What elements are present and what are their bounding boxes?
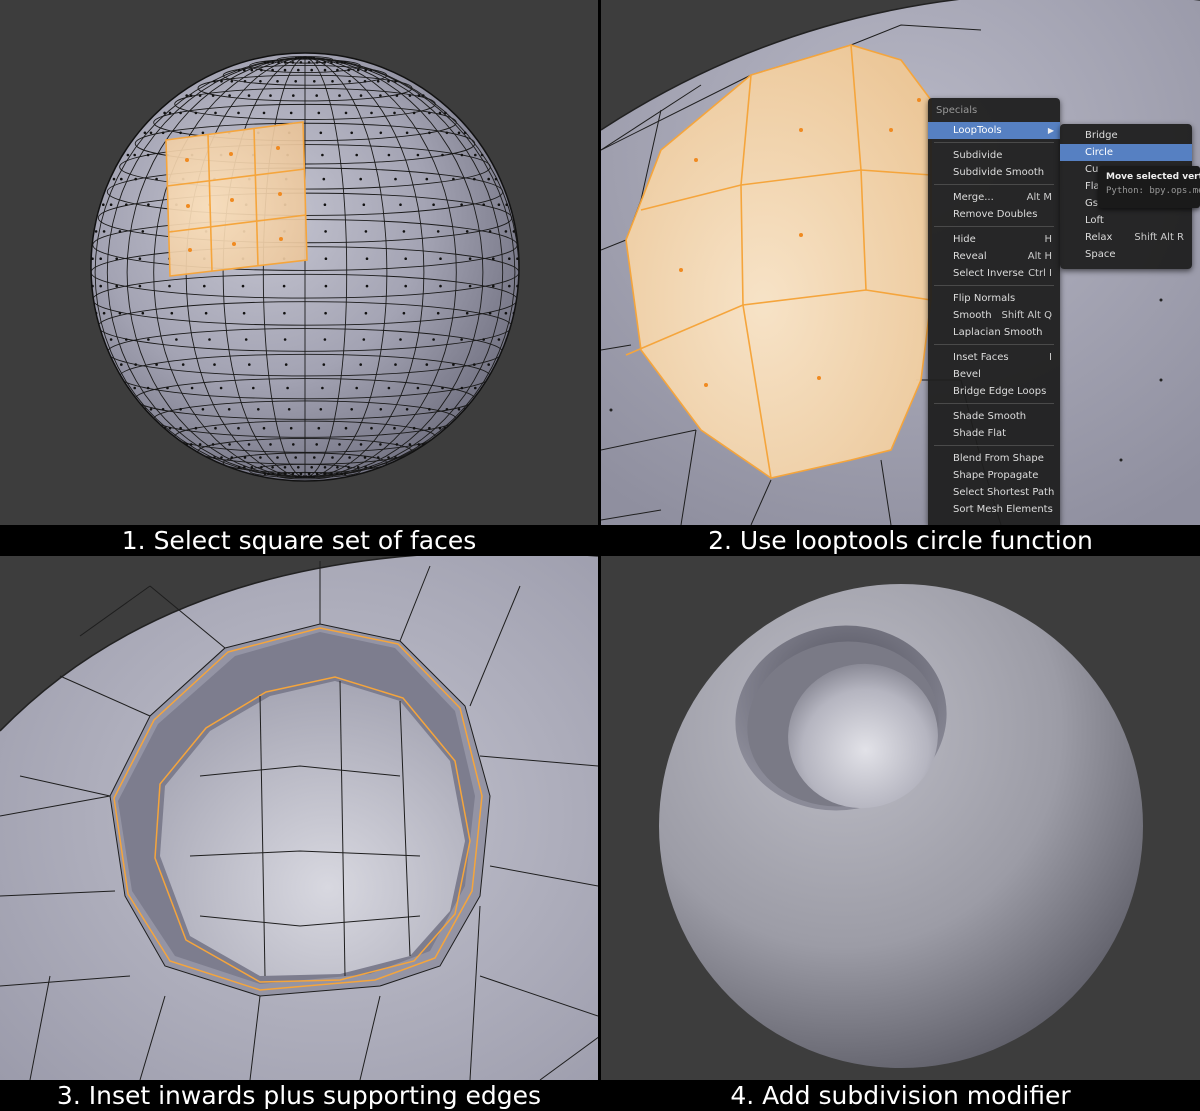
menu-item-shortcut: Alt H	[1027, 251, 1052, 262]
menu-item-label: Shape Propagate	[953, 470, 1039, 481]
caption-step-3: 3. Inset inwards plus supporting edges	[56, 1081, 542, 1110]
menu-separator	[934, 226, 1054, 227]
menu-item-shade-smooth[interactable]: Shade Smooth	[928, 408, 1060, 425]
menu-item-label: Subdivide	[953, 150, 1003, 161]
menu-separator	[934, 445, 1054, 446]
menu-item-select-inverse[interactable]: Select Inverse Ctrl I	[928, 265, 1060, 282]
menu-item-label: Inset Faces	[953, 352, 1009, 363]
menu-item-label: Reveal	[953, 251, 987, 262]
specials-menu-title: Specials	[936, 105, 978, 116]
menu-item-label: Shade Smooth	[953, 411, 1027, 422]
menu-item-label: Select Inverse	[953, 268, 1024, 279]
menu-item-label: LoopTools	[953, 125, 1002, 136]
menu-separator	[934, 344, 1054, 345]
caption-step-4: 4. Add subdivision modifier	[730, 1081, 1071, 1110]
viewport-panel-1[interactable]	[0, 0, 598, 525]
menu-item-hide[interactable]: Hide H	[928, 231, 1060, 248]
menu-item-select-shortest-path[interactable]: Select Shortest Path	[928, 484, 1060, 501]
menu-separator	[934, 142, 1054, 143]
menu-item-shortcut: Shift Alt R	[1134, 232, 1184, 243]
menu-item-loft[interactable]: Loft	[1060, 212, 1192, 229]
menu-item-label: Subdivide Smooth	[953, 167, 1045, 178]
tooltip-title: Move selected vertices into a circle sha…	[1106, 172, 1200, 182]
viewport-panel-4[interactable]	[601, 556, 1200, 1080]
menu-item-label: Select Shortest Path	[953, 487, 1055, 498]
circle-tooltip: Move selected vertices into a circle sha…	[1098, 166, 1200, 208]
menu-item-sort-mesh-elements[interactable]: Sort Mesh Elements	[928, 501, 1060, 518]
sphere-wireframe-1	[90, 52, 520, 482]
menu-item-shortcut: H	[1044, 234, 1052, 245]
menu-item-merge[interactable]: Merge... Alt M	[928, 189, 1060, 206]
menu-item-shade-flat[interactable]: Shade Flat	[928, 425, 1060, 442]
menu-item-reveal[interactable]: Reveal Alt H	[928, 248, 1060, 265]
viewport-panel-2[interactable]: Specials LoopTools ▶ Subdivide Subdivide Sm…	[601, 0, 1200, 525]
menu-item-label: Shade Flat	[953, 428, 1007, 439]
menu-separator	[934, 184, 1054, 185]
menu-item-label: Laplacian Smooth	[953, 327, 1043, 338]
menu-item-shortcut: Shift Alt Q	[1001, 310, 1053, 321]
menu-item-shortcut: Ctrl I	[1028, 268, 1052, 279]
viewport-panel-3[interactable]	[0, 556, 598, 1080]
menu-item-label: Bevel	[953, 369, 981, 380]
menu-item-label: Blend From Shape	[953, 453, 1044, 464]
menu-separator	[934, 403, 1054, 404]
menu-item-shortcut: I	[1049, 352, 1052, 363]
menu-item-shape-propagate[interactable]: Shape Propagate	[928, 467, 1060, 484]
menu-item-label: Hide	[953, 234, 976, 245]
menu-item-subdivide-smooth[interactable]: Subdivide Smooth	[928, 164, 1060, 181]
menu-item-shortcut: Alt M	[1026, 192, 1052, 203]
subdivided-sphere-4	[659, 584, 1143, 1068]
menu-item-label: Loft	[1085, 215, 1104, 226]
caption-step-1: 1. Select square set of faces	[121, 526, 477, 555]
menu-item-label: Smooth	[953, 310, 992, 321]
menu-item-label: Merge...	[953, 192, 994, 203]
menu-item-remove-doubles[interactable]: Remove Doubles	[928, 206, 1060, 223]
menu-item-relax[interactable]: Relax Shift Alt R	[1060, 229, 1192, 246]
menu-item-label: Space	[1085, 249, 1116, 260]
menu-item-label: Relax	[1085, 232, 1113, 243]
menu-separator	[934, 285, 1054, 286]
menu-item-bridge-edge-loops[interactable]: Bridge Edge Loops	[928, 383, 1060, 400]
menu-item-label: Sort Mesh Elements	[953, 504, 1053, 515]
menu-item-looptools[interactable]: LoopTools ▶	[928, 122, 1060, 139]
tooltip-python: Python: bpy.ops.mesh.looptools_circle()	[1106, 186, 1200, 196]
menu-item-smooth[interactable]: Smooth Shift Alt Q	[928, 307, 1060, 324]
menu-item-label: Bridge Edge Loops	[953, 386, 1047, 397]
inset-mesh-3	[0, 556, 598, 1080]
submenu-arrow-icon: ▶	[1047, 126, 1054, 135]
specials-menu[interactable]: Specials LoopTools ▶ Subdivide Subdivide Sm…	[928, 98, 1060, 525]
menu-item-circle[interactable]: Circle	[1060, 144, 1192, 161]
menu-item-subdivide[interactable]: Subdivide	[928, 147, 1060, 164]
menu-item-label: Circle	[1085, 147, 1114, 158]
menu-item-bridge[interactable]: Bridge	[1060, 127, 1192, 144]
menu-item-label: Remove Doubles	[953, 209, 1038, 220]
menu-item-label: Bridge	[1085, 130, 1118, 141]
menu-item-space[interactable]: Space	[1060, 246, 1192, 263]
menu-item-inset-faces[interactable]: Inset Faces I	[928, 349, 1060, 366]
menu-item-bevel[interactable]: Bevel	[928, 366, 1060, 383]
menu-item-laplacian-smooth[interactable]: Laplacian Smooth	[928, 324, 1060, 341]
menu-item-label: Flip Normals	[953, 293, 1016, 304]
caption-step-2: 2. Use looptools circle function	[708, 526, 1093, 555]
menu-item-blend-from-shape[interactable]: Blend From Shape	[928, 450, 1060, 467]
menu-item-flip-normals[interactable]: Flip Normals	[928, 290, 1060, 307]
